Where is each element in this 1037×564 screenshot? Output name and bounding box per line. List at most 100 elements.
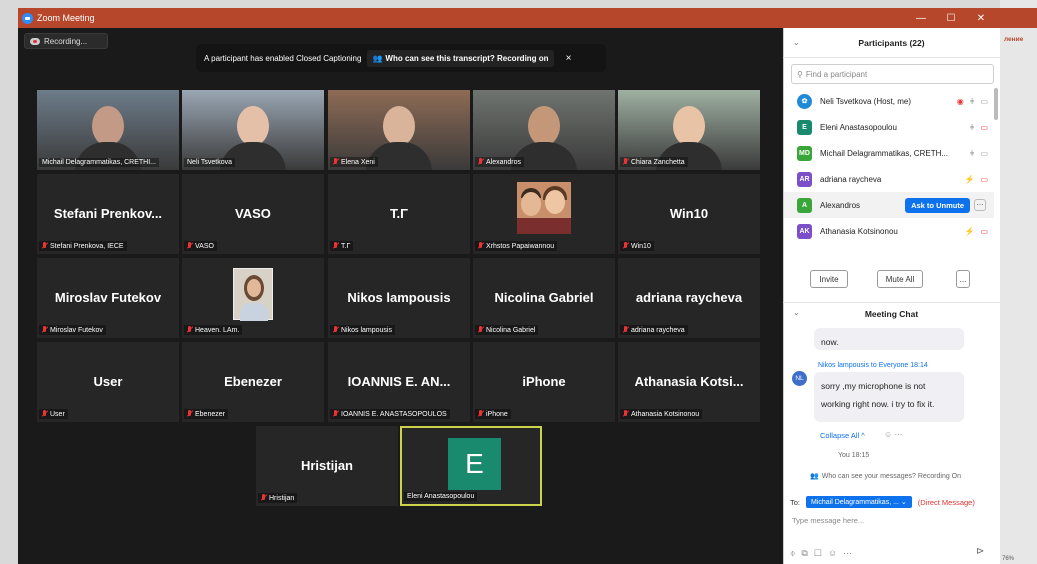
participant-avatar: AR: [797, 171, 812, 187]
participant-tile[interactable]: Alexandros: [473, 90, 615, 170]
participant-row[interactable]: A Alexandros Ask to Unmute ⋯: [784, 192, 994, 218]
participant-tile[interactable]: Elena Xeni: [328, 90, 470, 170]
mic-icon: ǂ: [969, 122, 975, 132]
emoji-reaction-icon[interactable]: ☺ ⋯: [884, 430, 902, 439]
window-titlebar: Zoom Meeting: [18, 8, 1000, 28]
person-head: [528, 106, 560, 146]
mic-muted-icon: [623, 242, 629, 250]
video-off-icon: ▭: [980, 174, 988, 184]
participant-tile[interactable]: Xrhstos Papaiwannou: [473, 174, 615, 254]
collapse-all-link[interactable]: Collapse All ^: [820, 431, 865, 440]
background-app-left: [0, 0, 18, 564]
participant-name-label: Eleni Anastasopoulou: [404, 492, 478, 501]
format-icon[interactable]: ⌽: [790, 548, 795, 559]
participant-tile[interactable]: Ebenezer Ebenezer: [182, 342, 324, 422]
chat-title: Meeting Chat: [864, 308, 919, 319]
letter-avatar: E: [448, 438, 501, 490]
screenshot-icon[interactable]: ⧉: [801, 548, 807, 559]
participants-title: Participants (22): [858, 37, 925, 48]
participant-tile[interactable]: Hristijan Hristijan: [256, 426, 398, 506]
mic-muted-icon: ⚡: [964, 174, 975, 184]
recipient-dropdown[interactable]: Michail Delagrammatikas, ... ⌄: [806, 496, 912, 508]
participant-tile[interactable]: User User: [37, 342, 179, 422]
background-app-top: [0, 0, 1037, 8]
participant-display-name: Miroslav Futekov: [54, 290, 162, 305]
maximize-button[interactable]: ☐: [936, 8, 966, 28]
participant-tile[interactable]: Stefani Prenkov... Stefani Prenkova, IECE: [37, 174, 179, 254]
collapse-participants-icon[interactable]: ⌄: [793, 38, 800, 47]
participant-tile[interactable]: IOANNIS E. AN... IOANNIS E. ANASTASOPOULO…: [328, 342, 470, 422]
participants-more-button[interactable]: ...: [956, 270, 970, 288]
mic-muted-icon: [42, 326, 48, 334]
mic-muted-icon: [42, 242, 48, 250]
participant-name: Alexandros: [820, 200, 861, 210]
emoji-icon[interactable]: ☺: [828, 548, 837, 559]
message-text: sorry ,my microphone is not working righ…: [821, 381, 935, 409]
chat-notice-text: Who can see your messages? Recording On: [821, 472, 962, 480]
participant-tile[interactable]: iPhone iPhone: [473, 342, 615, 422]
participant-name-label: Nicolina Gabriel: [475, 325, 539, 335]
direct-message-label: (Direct Message): [917, 497, 975, 507]
participant-name-label: Elena Xeni: [330, 157, 378, 167]
more-icon[interactable]: ⋯: [843, 548, 852, 559]
participant-name-label: Stefani Prenkova, IECE: [39, 241, 127, 251]
participant-display-name: Win10: [669, 206, 709, 221]
participant-row[interactable]: MD Michail Delagrammatikas, CRETH... ǂ ▭: [784, 140, 994, 166]
participant-search-input[interactable]: ⚲ Find a participant: [791, 64, 994, 84]
participant-display-name: adriana raycheva: [635, 290, 743, 305]
chat-message-input[interactable]: Type message here...: [792, 516, 864, 525]
participant-status-icons: ⚡ ▭: [954, 227, 994, 236]
mute-all-button[interactable]: Mute All: [877, 270, 923, 288]
participant-avatar: E: [797, 119, 812, 135]
participant-more-button[interactable]: ⋯: [974, 199, 986, 211]
participant-tile[interactable]: E Eleni Anastasopoulou: [400, 426, 542, 506]
participant-name-label: Miroslav Futekov: [39, 325, 106, 335]
window-title: Zoom Meeting: [37, 13, 95, 23]
person-head: [383, 106, 415, 146]
participant-tile[interactable]: Chiara Zanchetta: [618, 90, 760, 170]
close-banner-button[interactable]: ×: [566, 53, 572, 64]
recording-indicator[interactable]: Recording...: [24, 33, 108, 49]
send-icon[interactable]: ⊳: [976, 546, 984, 557]
participant-tile[interactable]: Michail Delagrammatikas, CRETHI...: [37, 90, 179, 170]
participant-name-label: IOANNIS E. ANASTASOPOULOS: [330, 409, 450, 419]
participant-tile[interactable]: VASO VASO: [182, 174, 324, 254]
participant-tile[interactable]: Heaven. LAm.: [182, 258, 324, 338]
participant-avatar: ✿: [797, 93, 812, 109]
file-icon[interactable]: ☐: [814, 548, 822, 559]
ask-to-unmute-button[interactable]: Ask to Unmute: [905, 197, 970, 213]
participant-name: Athanasia Kotsinonou: [820, 226, 898, 236]
participant-status-icons: ◉ ǂ ▭: [954, 97, 994, 106]
participant-row[interactable]: AR adriana raycheva ⚡ ▭: [784, 166, 994, 192]
participant-name-label: adriana raycheva: [620, 325, 688, 335]
participant-tile[interactable]: Athanasia Kotsi... Athanasia Kotsinonou: [618, 342, 760, 422]
close-window-button[interactable]: ✕: [966, 8, 996, 28]
participants-scrollbar[interactable]: [994, 88, 998, 120]
participant-tile[interactable]: Miroslav Futekov Miroslav Futekov: [37, 258, 179, 338]
participant-tile[interactable]: Nikos lampousis Nikos lampousis: [328, 258, 470, 338]
participant-tile[interactable]: T.Γ T.Γ: [328, 174, 470, 254]
video-icon: ▭: [980, 148, 988, 158]
participant-tile[interactable]: adriana raycheva adriana raycheva: [618, 258, 760, 338]
participant-display-name: VASO: [235, 206, 271, 221]
participant-row[interactable]: E Eleni Anastasopoulou ǂ ▭: [784, 114, 994, 140]
participant-tile[interactable]: Win10 Win10: [618, 174, 760, 254]
chat-visibility-notice[interactable]: 👥 Who can see your messages? Recording O…: [810, 472, 962, 481]
invite-button[interactable]: Invite: [810, 270, 848, 288]
collapse-chat-icon[interactable]: ⌄: [793, 308, 800, 317]
participant-display-name: Nikos lampousis: [347, 290, 451, 305]
participant-tile[interactable]: Neli Tsvetkova: [182, 90, 324, 170]
participant-row[interactable]: AK Athanasia Kotsinonou ⚡ ▭: [784, 218, 994, 244]
mic-muted-icon: [478, 242, 484, 250]
participant-row[interactable]: ✿ Neli Tsvetkova (Host, me) ◉ ǂ ▭: [784, 88, 994, 114]
participant-tile[interactable]: Nicolina Gabriel Nicolina Gabriel: [473, 258, 615, 338]
participant-name-label: VASO: [184, 241, 217, 251]
zoom-logo-icon: [22, 12, 33, 24]
mic-muted-icon: [623, 410, 629, 418]
minimize-button[interactable]: —: [906, 8, 936, 28]
transcript-visibility-button[interactable]: 👥 Who can see this transcript? Recording…: [367, 49, 554, 67]
participant-name-label: Neli Tsvetkova: [184, 158, 236, 167]
video-icon: ▭: [980, 96, 988, 106]
participant-avatar: MD: [797, 145, 812, 161]
chat-header: Meeting Chat: [783, 302, 1000, 324]
